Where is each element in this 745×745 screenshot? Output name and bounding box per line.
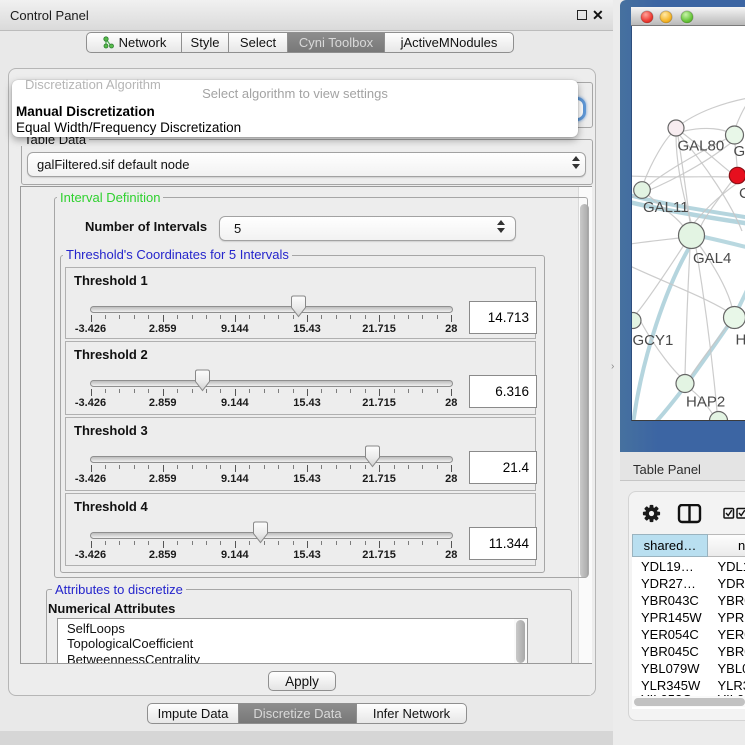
- svg-text:GAL80: GAL80: [678, 138, 725, 155]
- svg-text:HAP2: HAP2: [686, 394, 725, 411]
- svg-text:GCY1: GCY1: [633, 332, 674, 349]
- svg-text:GAL: GAL: [734, 143, 745, 160]
- svg-text:CY: CY: [739, 185, 745, 202]
- svg-text:GAL4: GAL4: [693, 250, 731, 267]
- svg-text:HA: HA: [736, 332, 745, 349]
- svg-text:GAL11: GAL11: [643, 199, 689, 216]
